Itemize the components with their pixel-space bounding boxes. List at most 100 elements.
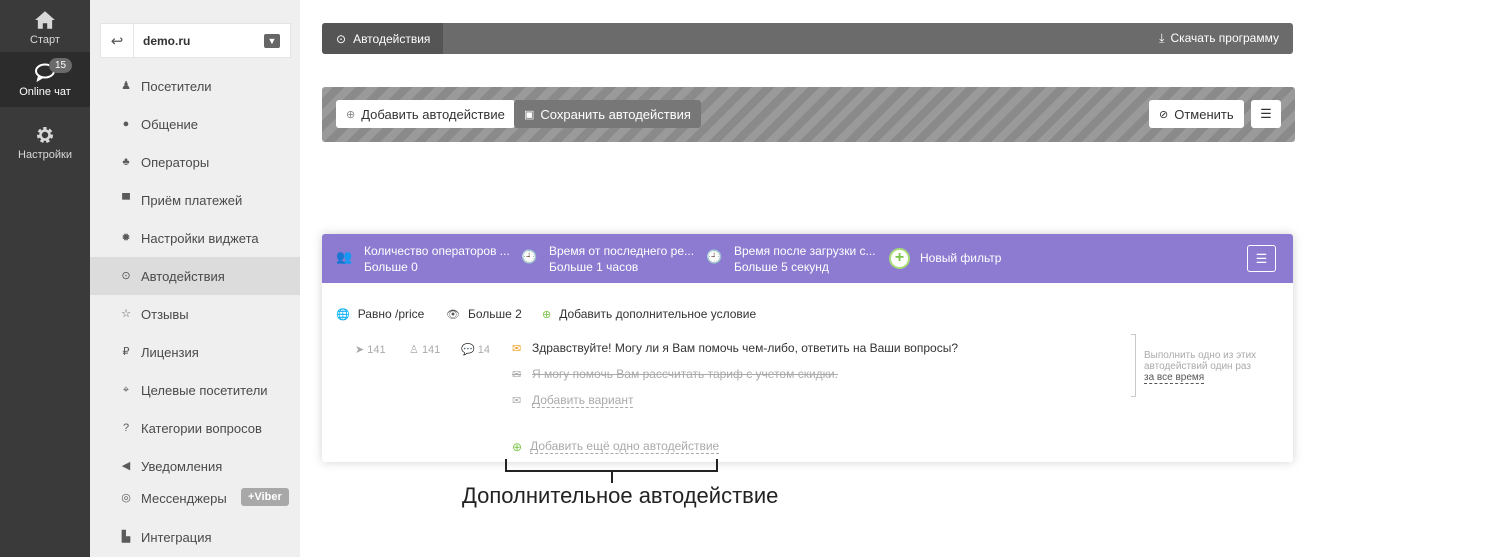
save-autoactions-button[interactable]: ▣ Сохранить автодействия — [514, 100, 701, 128]
stat-value: 141 — [421, 344, 441, 356]
add-variant-link[interactable]: ✉ Добавить вариант — [512, 393, 634, 408]
floppy-icon: ▣ — [524, 108, 535, 121]
sidebar-item-label: Общение — [141, 116, 199, 132]
stat-value: 14 — [477, 344, 491, 356]
sidebar-item-label: Отзывы — [141, 306, 189, 322]
sidebar-item-target-visitors[interactable]: ⌖ Целевые посетители — [90, 371, 300, 409]
comment-icon: 💬 — [461, 344, 475, 356]
sidebar-item-payments[interactable]: ▀ Приём платежей — [90, 181, 300, 219]
group-brace — [1131, 334, 1136, 397]
clock-icon: ⊙ — [121, 270, 131, 282]
sidebar-item-integration[interactable]: ▙ Интеграция — [90, 518, 300, 556]
message-variant-disabled[interactable]: ✉ Я могу помочь Вам рассчитать тариф с уч… — [512, 367, 838, 381]
once-period-link[interactable]: за все время — [1144, 372, 1205, 384]
sidebar-item-label: Уведомления — [141, 458, 223, 474]
filter-bar: 👥 Количество операторов ... Больше 0 🕘 В… — [322, 234, 1293, 283]
mail-icon: ✉ — [512, 368, 522, 381]
condition-views[interactable]: 👁 Больше 2 — [446, 307, 522, 321]
chevron-down-icon[interactable]: ▼ — [264, 34, 280, 48]
clock-icon: 🕘 — [521, 249, 538, 264]
top-bar: ⊙ Автодействия ⤓ Скачать программу — [322, 23, 1293, 54]
rail-item-online-chat[interactable]: Online чат 15 — [0, 52, 90, 107]
button-label: Сохранить автодействия — [540, 106, 691, 122]
filter-value: Больше 0 — [364, 260, 418, 274]
message-text: Здравствуйте! Могу ли я Вам помочь чем-л… — [532, 341, 958, 355]
add-another-autoaction-link[interactable]: ⊕ Добавить ещё одно автодействие — [512, 439, 720, 454]
plus-circle-icon: ⊕ — [512, 439, 523, 454]
home-icon — [35, 11, 55, 29]
rail-item-settings[interactable]: Настройки — [0, 125, 90, 161]
plus-circle-icon: ⊕ — [542, 308, 552, 321]
add-more-label: Добавить ещё одно автодействие — [530, 439, 720, 454]
ruble-icon: ₽ — [122, 346, 130, 358]
filter-title: Время от последнего ре... — [549, 244, 695, 258]
annotation-caption: Дополнительное автодействие — [462, 483, 779, 508]
filter-time-since-last[interactable]: 🕘 Время от последнего ре... Больше 1 час… — [521, 243, 695, 275]
message-variant-main[interactable]: ✉ Здравствуйте! Могу ли я Вам помочь чем-… — [512, 341, 958, 355]
sidebar-item-reviews[interactable]: ☆ Отзывы — [90, 295, 300, 333]
menu-button[interactable]: ☰ — [1251, 100, 1281, 128]
condition-url[interactable]: 🌐 Равно /price — [336, 307, 424, 321]
annotation-stem — [611, 471, 613, 483]
once-text: Выполнить одно из этих автодействий один… — [1144, 350, 1257, 372]
sidebar-item-label: Настройки виджета — [141, 230, 259, 246]
unread-badge: 15 — [49, 58, 73, 73]
ban-icon: ⊘ — [1159, 108, 1169, 121]
stat-sent: ➤ 141 — [355, 343, 386, 356]
sidebar-item-label: Лицензия — [141, 344, 199, 360]
globe-icon: 🌐 — [336, 308, 350, 321]
clock-icon: 🕘 — [706, 249, 723, 264]
sidebar-item-communication[interactable]: ● Общение — [90, 105, 300, 143]
back-arrow-icon[interactable]: ↩ — [101, 24, 134, 57]
filter-time-after-load[interactable]: 🕘 Время после загрузки с... Больше 5 сек… — [706, 243, 876, 275]
cart-icon: ▀ — [122, 194, 130, 206]
add-condition-link[interactable]: ⊕ Добавить дополнительное условие — [542, 307, 756, 321]
stat-visitors: ♙ 141 — [409, 343, 440, 356]
sidebar-item-visitors[interactable]: ♟ Посетители — [90, 67, 300, 105]
send-icon: ➤ — [355, 344, 365, 356]
chat-icon: ◎ — [121, 492, 131, 504]
sidebar-item-license[interactable]: ₽ Лицензия — [90, 333, 300, 371]
hamburger-icon: ☰ — [1255, 250, 1268, 266]
mail-icon: ✉ — [512, 342, 522, 355]
sidebar-item-label: Интеграция — [141, 529, 212, 545]
sidebar-item-question-categories[interactable]: ? Категории вопросов — [90, 409, 300, 447]
sidebar-item-messengers[interactable]: ◎ Мессенджеры +Viber — [90, 479, 300, 517]
filter-title: Количество операторов ... — [364, 244, 510, 258]
sidebar-item-widget-settings[interactable]: ✹ Настройки виджета — [90, 219, 300, 257]
sidebar-item-label: Категории вопросов — [141, 420, 262, 436]
gear-icon: ✹ — [121, 232, 131, 244]
tab-autoactions[interactable]: ⊙ Автодействия — [322, 23, 443, 54]
clock-icon: ⊙ — [336, 31, 347, 46]
add-variant-label: Добавить вариант — [532, 393, 634, 408]
card-menu-button[interactable]: ☰ — [1247, 245, 1276, 272]
download-label: Скачать программу — [1170, 31, 1279, 45]
site-name: demo.ru — [143, 34, 191, 48]
sidebar-item-label: Целевые посетители — [141, 382, 268, 398]
plus-circle-icon: ⊕ — [346, 108, 356, 121]
sidebar-item-label: Автодействия — [141, 268, 225, 284]
eye-icon: 👁 — [446, 308, 460, 321]
button-label: Отменить — [1174, 106, 1234, 122]
download-icon: ⤓ — [1159, 31, 1165, 45]
site-selector[interactable]: ↩ demo.ru ▼ — [100, 23, 291, 58]
plus-circle-icon[interactable]: + — [889, 248, 910, 269]
rail-item-label: Настройки — [18, 149, 72, 161]
sidebar-item-operators[interactable]: ♣ Операторы — [90, 143, 300, 181]
sidebar-item-autoactions[interactable]: ⊙ Автодействия — [90, 257, 300, 295]
add-autoaction-button[interactable]: ⊕ Добавить автодействие — [336, 100, 515, 128]
filter-operators-count[interactable]: 👥 Количество операторов ... Больше 0 — [336, 243, 510, 275]
condition-label: Добавить дополнительное условие — [559, 307, 757, 321]
cancel-button[interactable]: ⊘ Отменить — [1149, 100, 1244, 128]
rail-item-start[interactable]: Старт — [0, 10, 90, 46]
download-program-link[interactable]: ⤓ Скачать программу — [1159, 31, 1279, 46]
sidebar-item-label: Мессенджеры — [141, 490, 227, 506]
sidebar: ↩ demo.ru ▼ ♟ Посетители ● Общение ♣ Опе… — [90, 0, 300, 557]
sidebar-item-label: Посетители — [141, 78, 212, 94]
puzzle-icon: ▙ — [121, 531, 131, 543]
users-icon: 👥 — [336, 249, 353, 264]
new-filter-button[interactable]: Новый фильтр — [920, 251, 1001, 265]
visitor-icon: ♟ — [121, 80, 131, 92]
sidebar-item-label: Операторы — [141, 154, 210, 170]
mail-icon: ✉ — [512, 395, 522, 407]
